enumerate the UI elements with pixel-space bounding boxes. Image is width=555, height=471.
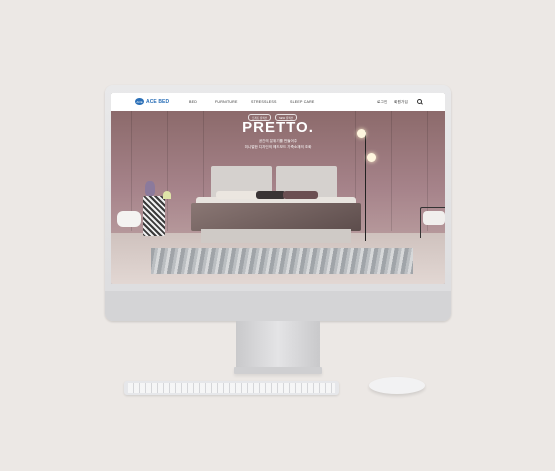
nav-item-bed[interactable]: BED [189, 100, 197, 104]
login-link[interactable]: 로그인 [377, 100, 388, 105]
fluffy-stool [117, 211, 141, 227]
nav-item-sleep-care[interactable]: SLEEP CARE [290, 100, 315, 104]
wall-panel [167, 111, 168, 231]
blanket [191, 203, 361, 231]
hero-title: PRETTO. [242, 119, 314, 136]
search-icon[interactable] [417, 99, 422, 104]
rug [151, 248, 413, 274]
website-screen: ACE ACE BED BED FURNITURE STRESSLESS SLE… [111, 93, 445, 284]
monitor-stand-base [234, 367, 322, 374]
bed-base [201, 229, 351, 243]
pillow [256, 191, 286, 199]
site-header: ACE ACE BED BED FURNITURE STRESSLESS SLE… [111, 93, 445, 111]
hero-subtitle: 공간의 분위기를 만들어주 [258, 139, 298, 143]
pillow [283, 191, 318, 199]
monitor-stand [236, 321, 320, 369]
wall-panel [391, 111, 392, 231]
mouse [369, 377, 425, 394]
monitor-chin [105, 291, 451, 321]
hero-banner: 프레토 컬렉션 NEW 컬렉션 PRETTO. 공간의 분위기를 만들어주 미니… [111, 111, 445, 284]
table-lamp [163, 191, 171, 199]
screen-bezel: ACE ACE BED BED FURNITURE STRESSLESS SLE… [111, 93, 445, 284]
pillow [216, 191, 261, 199]
imac-monitor: ACE ACE BED BED FURNITURE STRESSLESS SLE… [105, 85, 451, 321]
hero-subtitle: 미니멀한 디자인의 헤드보드 가죽소재의 조화 [244, 145, 312, 149]
nav-item-stressless[interactable]: STRESSLESS [251, 100, 277, 104]
nav-item-furniture[interactable]: FURNITURE [215, 100, 238, 104]
logo-badge: ACE [135, 98, 144, 105]
signup-link[interactable]: 회원가입 [394, 100, 408, 105]
vase [145, 181, 155, 196]
keyboard [124, 381, 339, 395]
lamp-bulb [367, 153, 376, 162]
floor-lamp [365, 131, 366, 241]
site-logo[interactable]: ACE ACE BED [135, 98, 169, 105]
side-table [143, 196, 165, 236]
lamp-bulb [357, 129, 366, 138]
keyboard-keys [128, 383, 335, 393]
logo-text: ACE BED [146, 98, 170, 105]
armchair [423, 211, 445, 225]
